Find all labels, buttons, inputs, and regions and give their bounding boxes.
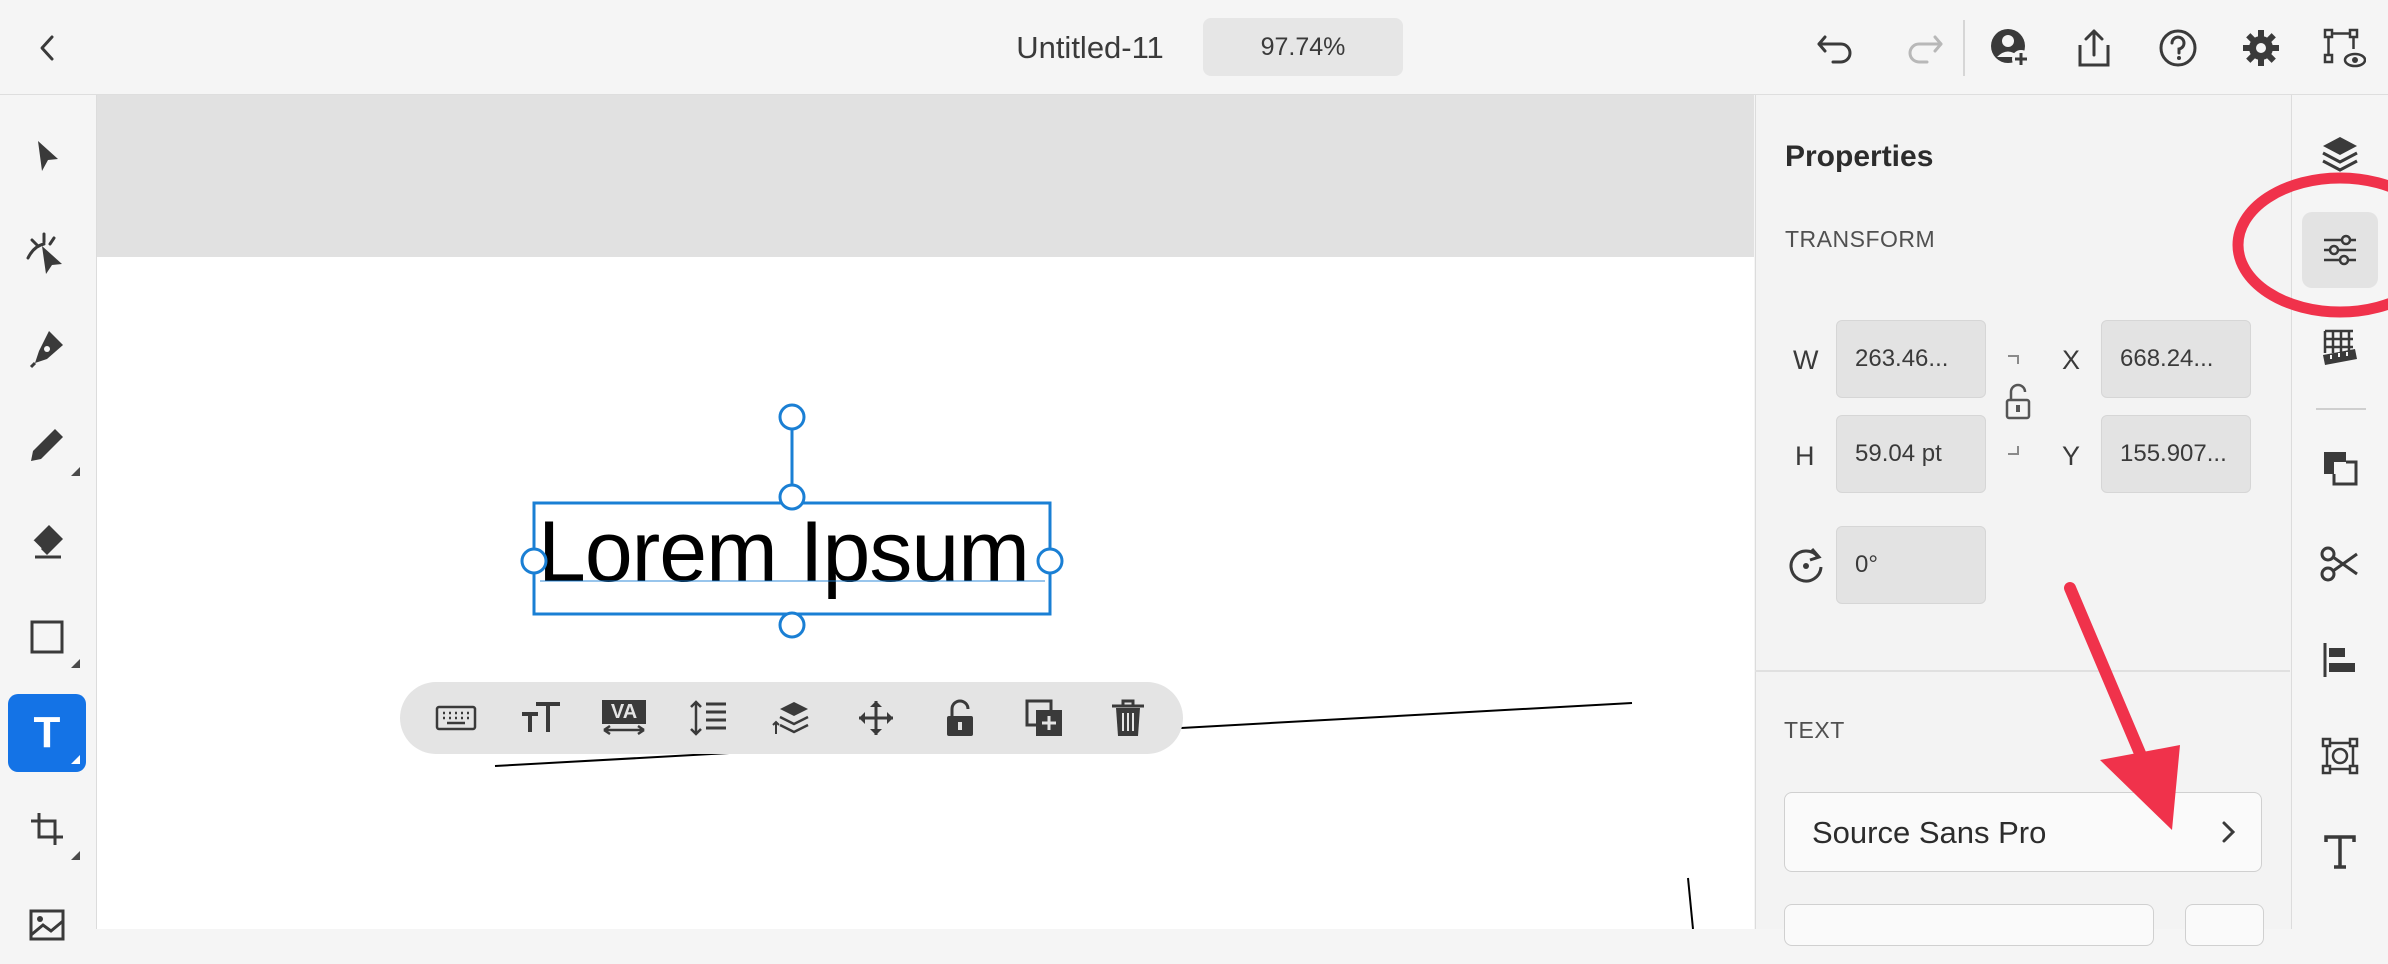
combine-icon[interactable] [2302,430,2378,506]
keyboard-icon[interactable] [434,696,478,740]
header-divider [1963,20,1965,76]
line-spacing-icon[interactable] [686,696,730,740]
image-icon[interactable] [8,886,86,964]
text-section-label: TEXT [1784,717,1845,743]
text-size-icon[interactable] [518,696,562,740]
document-title[interactable]: Untitled-11 [940,30,1240,66]
delete-icon[interactable] [1106,696,1150,740]
move-icon[interactable] [854,696,898,740]
kerning-icon[interactable]: VA [602,696,646,740]
lock-icon[interactable] [938,696,982,740]
transform-section-label: TRANSFORM [1785,226,1936,252]
annotation-arrow [2064,582,2180,830]
rotation-icon [1789,548,1823,583]
pasteboard [97,95,1754,257]
direct-select-icon[interactable] [8,214,86,292]
constrain-proportions-lock-icon[interactable] [2000,350,2036,460]
height-label: H [1795,441,1815,471]
y-label: Y [2062,441,2081,471]
rotation-field[interactable]: 0° [1836,526,1986,604]
width-label: W [1793,345,1819,375]
arrange-icon[interactable] [770,696,814,740]
settings-icon[interactable] [2233,20,2289,76]
pen-icon[interactable] [8,310,86,388]
help-icon[interactable] [2150,20,2206,76]
crop-icon[interactable] [8,790,86,868]
context-toolbar: VA [400,682,1183,754]
share-icon[interactable] [2066,20,2122,76]
kerning-glyph: VA [602,700,646,724]
panel-divider [1755,670,2290,672]
x-label: X [2062,345,2081,375]
invite-icon[interactable] [1982,20,2038,76]
panel-switcher-divider [2316,408,2366,410]
select-icon[interactable] [8,118,86,196]
y-field[interactable]: 155.907... [2101,415,2251,493]
eraser-icon[interactable] [8,502,86,580]
x-field[interactable]: 668.24... [2101,320,2251,398]
rectangle-icon[interactable] [8,598,86,676]
selection-box[interactable] [515,395,1080,645]
text-tool-button[interactable]: T [8,694,86,772]
width-field[interactable]: 263.46... [1836,320,1986,398]
height-field[interactable]: 59.04 pt [1836,415,1986,493]
chevron-right-icon [2222,821,2236,843]
redo-icon[interactable] [1897,20,1953,76]
duplicate-icon[interactable] [1022,696,1066,740]
undo-icon[interactable] [1807,20,1863,76]
transform-icon[interactable] [2302,718,2378,794]
panel-title: Properties [1785,140,1934,173]
align-icon[interactable] [2302,622,2378,698]
type-icon[interactable] [2302,814,2378,890]
prototype-icon[interactable] [2315,20,2371,76]
font-family-value: Source Sans Pro [1812,815,2047,850]
text-icon: T [33,708,61,757]
pencil-icon[interactable] [8,406,86,484]
font-options-button[interactable] [2185,904,2264,946]
font-style-select[interactable] [1784,904,2154,946]
back-icon[interactable] [20,20,76,76]
zoom-level[interactable]: 97.74% [1203,18,1403,76]
annotation-circle [2232,172,2388,318]
scissors-icon[interactable] [2302,526,2378,602]
